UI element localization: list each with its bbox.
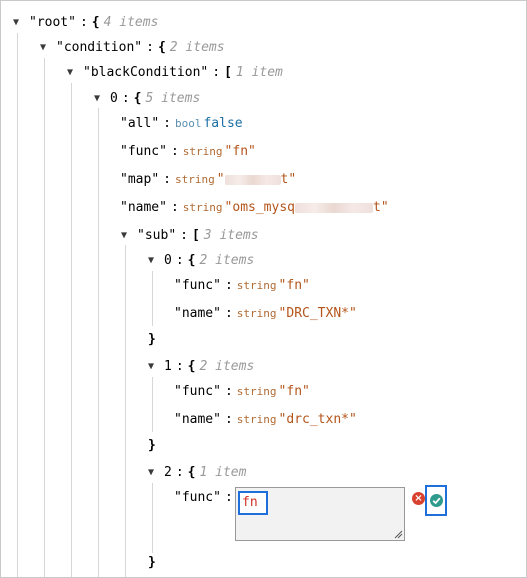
item-count: 4 items bbox=[103, 15, 159, 30]
open-bracket: { bbox=[187, 359, 196, 374]
indent-guide bbox=[152, 271, 153, 326]
item-count: 2 items bbox=[169, 40, 225, 55]
confirm-check-icon[interactable] bbox=[430, 494, 443, 507]
indent-guide bbox=[17, 33, 18, 577]
caret-down-icon[interactable]: ▼ bbox=[67, 63, 77, 83]
close-bracket: } bbox=[148, 555, 156, 570]
node-key[interactable]: 0 bbox=[164, 253, 172, 268]
json-tree-viewer: ▼ "root":{4 items ▼ "condition":{2 items ▼… bbox=[0, 0, 527, 578]
node-key[interactable]: "blackCondition" bbox=[83, 65, 208, 80]
node-key[interactable]: 1 bbox=[164, 359, 172, 374]
indent-guide bbox=[98, 108, 99, 577]
open-bracket: { bbox=[133, 91, 142, 106]
node-value[interactable]: "fn" bbox=[279, 278, 310, 293]
caret-down-icon[interactable]: ▼ bbox=[40, 38, 50, 58]
caret-down-icon[interactable]: ▼ bbox=[121, 226, 131, 246]
node-key[interactable]: "func" bbox=[174, 278, 221, 293]
indent-guide bbox=[71, 83, 72, 577]
tree-node-sub-1: ▼ 1:{2 items bbox=[148, 357, 254, 377]
node-key[interactable]: "name" bbox=[120, 200, 167, 215]
item-count: 2 items bbox=[199, 253, 255, 268]
type-label: string bbox=[182, 201, 223, 214]
tree-node-blackcondition: ▼ "blackCondition":[1 item bbox=[67, 63, 283, 83]
caret-down-icon[interactable]: ▼ bbox=[148, 251, 158, 271]
node-key[interactable]: "condition" bbox=[56, 40, 142, 55]
tree-leaf-func: "func": string "fn" bbox=[174, 278, 310, 293]
caret-down-icon[interactable]: ▼ bbox=[13, 13, 23, 33]
value-editor-textarea[interactable]: fn bbox=[235, 487, 405, 541]
close-bracket: } bbox=[148, 332, 156, 347]
indent-guide bbox=[152, 377, 153, 432]
node-value[interactable]: "fn" bbox=[279, 384, 310, 399]
open-bracket: { bbox=[157, 40, 166, 55]
caret-down-icon[interactable]: ▼ bbox=[94, 89, 104, 109]
node-value[interactable]: " t" bbox=[217, 172, 296, 187]
node-key[interactable]: "func" bbox=[120, 144, 167, 159]
item-count: 1 item bbox=[235, 65, 283, 80]
node-value[interactable]: false bbox=[203, 116, 242, 131]
resize-grip-icon[interactable] bbox=[393, 529, 403, 539]
node-value[interactable]: "drc_txn*" bbox=[279, 412, 357, 427]
tree-leaf-func: "func": string "fn" bbox=[120, 144, 256, 159]
open-bracket: { bbox=[91, 15, 100, 30]
node-key[interactable]: "root" bbox=[29, 15, 76, 30]
node-key[interactable]: "map" bbox=[120, 172, 159, 187]
node-key[interactable]: 0 bbox=[110, 91, 118, 106]
node-value[interactable]: "DRC_TXN*" bbox=[279, 306, 357, 321]
node-key[interactable]: 2 bbox=[164, 465, 172, 480]
type-label: string bbox=[236, 307, 277, 320]
type-label: string bbox=[236, 279, 277, 292]
node-key[interactable]: "sub" bbox=[137, 228, 176, 243]
node-value[interactable]: "fn" bbox=[225, 144, 256, 159]
type-label: string bbox=[174, 173, 215, 186]
editor-value[interactable]: fn bbox=[242, 495, 258, 511]
open-bracket: { bbox=[187, 253, 196, 268]
open-bracket: { bbox=[187, 465, 196, 480]
type-label: string bbox=[236, 385, 277, 398]
tree-leaf-name: "name": string "drc_txn*" bbox=[174, 412, 357, 427]
item-count: 5 items bbox=[145, 91, 201, 106]
cancel-x-icon[interactable]: × bbox=[412, 492, 425, 505]
close-bracket: } bbox=[148, 438, 156, 453]
indent-guide bbox=[44, 58, 45, 577]
tree-node-sub-0: ▼ 0:{2 items bbox=[148, 251, 254, 271]
node-key[interactable]: "name" bbox=[174, 412, 221, 427]
node-key[interactable]: "func" bbox=[174, 490, 221, 505]
open-bracket: [ bbox=[224, 65, 232, 80]
redacted-text bbox=[295, 202, 373, 213]
tree-leaf-all: "all": bool false bbox=[120, 116, 243, 131]
node-key[interactable]: "func" bbox=[174, 384, 221, 399]
tree-leaf-map: "map": string " t" bbox=[120, 172, 297, 187]
tree-node-sub: ▼ "sub":[3 items bbox=[121, 226, 259, 246]
indent-guide bbox=[125, 245, 126, 577]
open-bracket: [ bbox=[191, 228, 200, 243]
tree-node-root: ▼ "root":{4 items bbox=[13, 13, 158, 33]
node-key[interactable]: "all" bbox=[120, 116, 159, 131]
type-label: string bbox=[236, 413, 277, 426]
node-value[interactable]: "oms_mysq t" bbox=[225, 200, 389, 215]
tree-leaf-func-editing: "func": bbox=[174, 490, 233, 505]
tree-node-condition: ▼ "condition":{2 items bbox=[40, 38, 225, 58]
type-label: bool bbox=[174, 117, 202, 130]
redacted-text bbox=[224, 174, 281, 185]
item-count: 1 item bbox=[199, 465, 247, 480]
tree-node-sub-2: ▼ 2:{1 item bbox=[148, 463, 246, 483]
tree-leaf-name: "name": string "oms_mysq t" bbox=[120, 200, 389, 215]
indent-guide bbox=[152, 483, 153, 553]
confirm-highlight bbox=[425, 485, 447, 516]
item-count: 2 items bbox=[199, 359, 255, 374]
tree-node-index-0: ▼ 0:{5 items bbox=[94, 89, 200, 109]
caret-down-icon[interactable]: ▼ bbox=[148, 357, 158, 377]
node-key[interactable]: "name" bbox=[174, 306, 221, 321]
tree-leaf-func: "func": string "fn" bbox=[174, 384, 310, 399]
caret-down-icon[interactable]: ▼ bbox=[148, 463, 158, 483]
type-label: string bbox=[182, 145, 223, 158]
item-count: 3 items bbox=[203, 228, 259, 243]
tree-leaf-name: "name": string "DRC_TXN*" bbox=[174, 306, 357, 321]
